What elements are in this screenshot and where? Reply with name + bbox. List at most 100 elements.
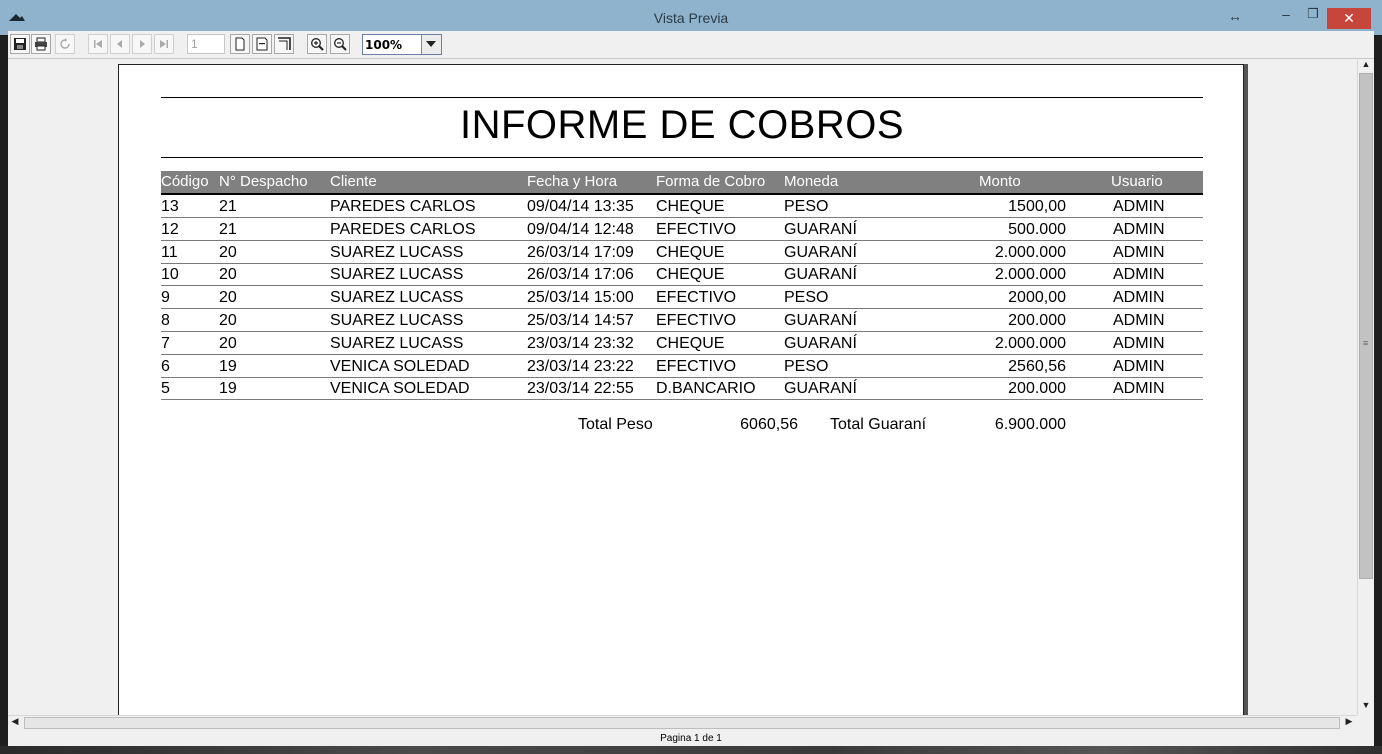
cell-cliente: VENICA SOLEDAD [330, 357, 470, 375]
cell-fecha: 23/03/14 23:32 [527, 334, 634, 352]
zoom-dropdown-button[interactable] [421, 35, 441, 54]
cell-monto: 2.000.000 [994, 334, 1066, 352]
cell-despacho: 20 [219, 289, 237, 307]
total-peso-value: 6060,56 [740, 416, 798, 433]
cell-cliente: SUAREZ LUCASS [330, 289, 464, 307]
table-row: 9 20 SUAREZ LUCASS 25/03/14 15:00 EFECTIVO PE… [161, 286, 1203, 310]
next-page-button[interactable] [132, 34, 152, 54]
scroll-left-button[interactable]: ◀ [8, 716, 22, 730]
next-page-icon [140, 40, 145, 48]
cell-codigo: 12 [161, 220, 179, 238]
cell-forma: CHEQUE [656, 243, 725, 261]
cell-forma: CHEQUE [656, 198, 725, 215]
cell-codigo: 11 [161, 243, 178, 261]
scroll-up-button[interactable]: ▲ [1358, 59, 1374, 73]
last-page-button[interactable] [154, 34, 174, 54]
horizontal-scroll-thumb[interactable] [24, 717, 1340, 729]
save-button[interactable] [10, 34, 30, 54]
minimize-button[interactable]: – [1273, 6, 1299, 26]
cell-monto: 200.000 [1008, 312, 1066, 329]
zoom-out-button[interactable] [330, 34, 350, 54]
table-row: 10 20 SUAREZ LUCASS 26/03/14 17:06 CHEQUE GUA… [161, 263, 1203, 287]
cell-monto: 2.000.000 [994, 243, 1066, 261]
refresh-button[interactable] [55, 34, 75, 54]
table-row: 12 21 PAREDES CARLOS 09/04/14 12:48 EFECTIVO… [161, 218, 1203, 241]
column-header: Fecha y Hora [527, 173, 618, 190]
cell-moneda: PESO [784, 198, 829, 215]
cell-moneda: GUARANÍ [784, 312, 857, 329]
cell-usuario: ADMIN [1113, 380, 1165, 398]
total-guarani-label: Total Guaraní [830, 416, 927, 433]
column-header: Código [161, 173, 209, 190]
zoom-in-button[interactable] [307, 34, 327, 54]
cell-cliente: PAREDES CARLOS [330, 220, 476, 238]
preview-viewport[interactable]: INFORME DE COBROS Código N° Despacho Cli… [8, 59, 1357, 715]
cell-forma: CHEQUE [656, 334, 725, 352]
table-row: 7 20 SUAREZ LUCASS 23/03/14 23:32 CHEQUE GUAR… [161, 332, 1203, 355]
cell-codigo: 13 [161, 198, 179, 215]
page-width-button[interactable] [252, 34, 272, 54]
cell-despacho: 19 [219, 357, 237, 375]
cell-forma: EFECTIVO [656, 312, 737, 329]
scroll-right-button[interactable]: ▶ [1342, 716, 1356, 730]
cell-monto: 200.000 [1008, 380, 1066, 398]
cell-fecha: 26/03/14 17:06 [527, 266, 634, 284]
two-pages-button[interactable] [274, 34, 294, 54]
cell-moneda: GUARANÍ [784, 334, 857, 352]
cell-codigo: 8 [161, 312, 170, 329]
cell-monto: 500.000 [1008, 220, 1066, 238]
page-number-input[interactable]: 1 [187, 34, 225, 54]
cell-usuario: ADMIN [1113, 312, 1165, 329]
cell-codigo: 10 [161, 266, 179, 284]
cell-despacho: 21 [219, 220, 237, 238]
save-icon [14, 38, 26, 50]
zoom-select[interactable]: 100% [362, 34, 442, 55]
cell-monto: 1500,00 [1008, 198, 1066, 215]
total-peso-label: Total Peso [578, 416, 653, 433]
title-bottom-rule [161, 157, 1203, 158]
close-button[interactable]: ✕ [1327, 8, 1371, 29]
first-page-icon [94, 40, 102, 48]
cell-fecha: 25/03/14 14:57 [527, 312, 634, 329]
page-info: Pagina 1 de 1 [660, 733, 722, 744]
window-titlebar[interactable]: Vista Previa ↔ – ❐ ✕ [0, 0, 1382, 35]
cell-forma: EFECTIVO [656, 357, 737, 375]
zoom-value: 100% [365, 38, 403, 52]
single-page-icon [235, 37, 245, 51]
cell-codigo: 5 [161, 380, 170, 398]
two-pages-icon [278, 37, 291, 50]
cell-usuario: ADMIN [1113, 220, 1165, 238]
cell-codigo: 6 [161, 357, 170, 375]
cell-usuario: ADMIN [1113, 334, 1165, 352]
taskbar [0, 746, 1382, 754]
cell-fecha: 23/03/14 22:55 [527, 380, 634, 398]
cell-forma: CHEQUE [656, 266, 725, 284]
cell-monto: 2560,56 [1008, 357, 1066, 375]
horizontal-scrollbar[interactable]: ◀ ▶ [8, 715, 1357, 730]
prev-page-icon [117, 40, 122, 48]
column-header: Moneda [784, 173, 839, 190]
cell-fecha: 23/03/14 23:22 [527, 357, 634, 375]
grip-icon: ≡ [1363, 338, 1369, 348]
cell-fecha: 26/03/14 17:09 [527, 243, 634, 261]
scrollbar-corner [1357, 715, 1374, 730]
column-header: Usuario [1111, 173, 1163, 190]
vertical-scroll-thumb[interactable]: ≡ [1359, 73, 1373, 579]
maximize-button[interactable]: ❐ [1300, 6, 1326, 26]
cell-moneda: GUARANÍ [784, 266, 857, 284]
cell-cliente: SUAREZ LUCASS [330, 334, 464, 352]
single-page-button[interactable] [230, 34, 250, 54]
cell-despacho: 19 [219, 380, 237, 398]
column-header: Forma de Cobro [656, 173, 766, 190]
vertical-scrollbar[interactable]: ▲ ≡ ▼ [1357, 59, 1374, 715]
cell-despacho: 20 [219, 312, 237, 329]
cell-fecha: 25/03/14 15:00 [527, 289, 634, 307]
cell-cliente: SUAREZ LUCASS [330, 266, 464, 284]
print-button[interactable] [31, 34, 51, 54]
first-page-button[interactable] [88, 34, 108, 54]
scroll-down-button[interactable]: ▼ [1358, 700, 1374, 714]
prev-page-button[interactable] [110, 34, 130, 54]
cell-moneda: GUARANÍ [784, 380, 857, 398]
cell-fecha: 09/04/14 13:35 [527, 198, 634, 215]
resize-icon[interactable]: ↔ [1228, 8, 1242, 24]
